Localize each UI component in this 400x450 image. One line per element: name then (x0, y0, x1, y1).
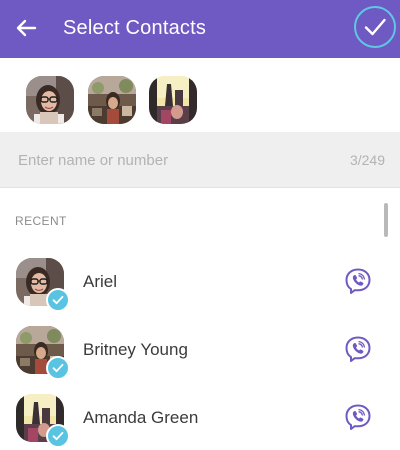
contact-row[interactable]: Britney Young (0, 316, 400, 384)
contact-name: Ariel (83, 272, 118, 291)
page-title: Select Contacts (63, 17, 207, 39)
check-badge-icon (46, 424, 70, 448)
checkmark-icon (363, 15, 387, 39)
contact-row[interactable]: Amanda Green (0, 384, 400, 450)
select-contacts-screen: Select Contacts 3/249 RECENT (0, 0, 400, 450)
viber-call-button[interactable] (343, 402, 373, 432)
contact-name: Britney Young (83, 340, 188, 359)
check-badge-icon (46, 356, 70, 380)
contact-row[interactable]: Ariel (0, 248, 400, 316)
app-header: Select Contacts (0, 0, 400, 58)
search-bar: 3/249 (0, 132, 400, 188)
section-header-recent: RECENT (15, 214, 67, 228)
viber-call-icon (344, 335, 372, 363)
search-input[interactable] (18, 146, 318, 174)
selected-avatar[interactable] (26, 76, 74, 124)
selection-counter: 3/249 (349, 152, 385, 168)
selected-avatar[interactable] (149, 76, 197, 124)
selected-avatar[interactable] (88, 76, 136, 124)
contact-name: Amanda Green (83, 408, 199, 427)
viber-call-icon (344, 267, 372, 295)
viber-call-button[interactable] (343, 266, 373, 296)
scrollbar[interactable] (384, 203, 388, 237)
check-badge-icon (46, 288, 70, 312)
arrow-left-icon (15, 17, 37, 39)
selected-contacts-strip (0, 58, 400, 132)
back-button[interactable] (10, 12, 42, 44)
confirm-button[interactable] (354, 6, 396, 48)
viber-call-icon (344, 403, 372, 431)
viber-call-button[interactable] (343, 334, 373, 364)
